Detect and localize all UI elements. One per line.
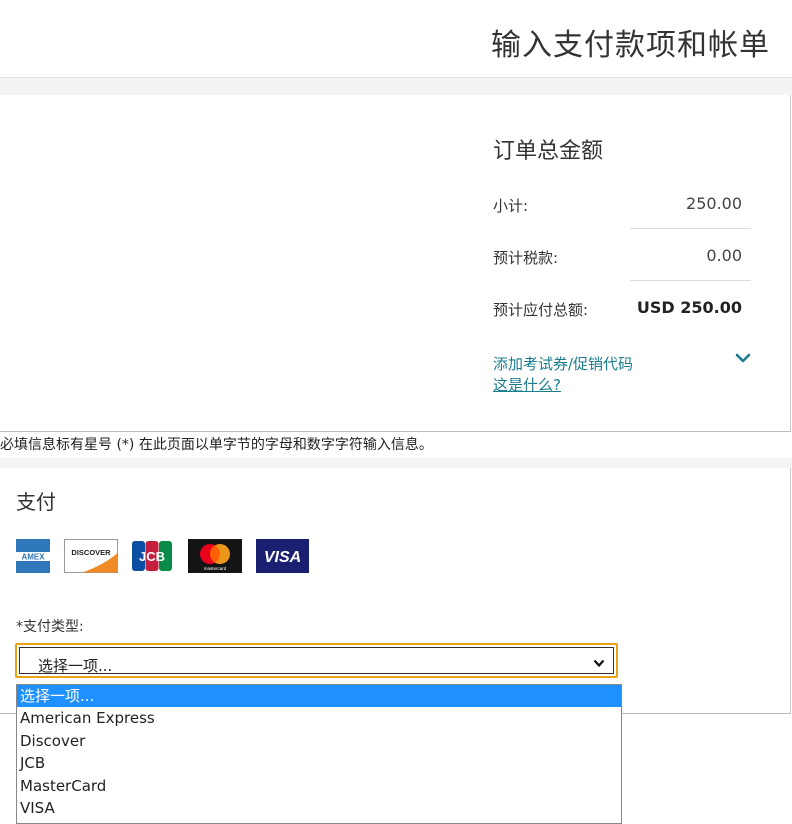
discover-icon: DISCOVER bbox=[64, 539, 118, 573]
page-title: 输入支付款项和帐单 bbox=[491, 28, 770, 63]
payment-type-select[interactable]: 选择一项... bbox=[15, 643, 618, 678]
svg-text:VISA: VISA bbox=[264, 549, 301, 566]
row-divider bbox=[630, 280, 751, 281]
select-field[interactable]: 选择一项... bbox=[19, 647, 614, 675]
add-promo-code-link[interactable]: 添加考试券/促销代码 bbox=[493, 353, 633, 374]
dropdown-option[interactable]: 选择一项... bbox=[17, 685, 621, 708]
dropdown-option[interactable]: Discover bbox=[17, 730, 621, 752]
jcb-icon: JCB bbox=[132, 541, 172, 571]
section-divider bbox=[0, 458, 792, 468]
required-fields-note: 必填信息标有星号 (*) 在此页面以单字节的字母和数字字符输入信息。 bbox=[0, 437, 433, 453]
visa-icon: VISA bbox=[256, 539, 309, 573]
svg-text:DISCOVER: DISCOVER bbox=[71, 548, 111, 557]
svg-text:JCB: JCB bbox=[139, 549, 165, 564]
svg-text:mastercard: mastercard bbox=[204, 566, 227, 571]
subtotal-value: 250.00 bbox=[686, 194, 742, 213]
select-current-value: 选择一项... bbox=[38, 657, 113, 675]
row-divider bbox=[630, 228, 751, 229]
mastercard-icon: mastercard bbox=[188, 539, 242, 573]
chevron-down-icon[interactable] bbox=[734, 349, 752, 367]
order-summary-title: 订单总金额 bbox=[493, 139, 604, 164]
tax-label: 预计税款: bbox=[493, 249, 559, 267]
svg-text:AMEX: AMEX bbox=[21, 553, 45, 562]
section-divider bbox=[0, 78, 792, 95]
dropdown-option[interactable]: MasterCard bbox=[17, 775, 621, 797]
amex-icon: AMEX bbox=[16, 539, 50, 573]
chevron-down-icon[interactable] bbox=[593, 657, 605, 669]
dropdown-option[interactable]: JCB bbox=[17, 752, 621, 774]
page-header: 输入支付款项和帐单 bbox=[0, 0, 792, 78]
order-summary-panel: 订单总金额 小计: 250.00 预计税款: 0.00 预计应付总额: USD … bbox=[0, 95, 791, 432]
total-label: 预计应付总额: bbox=[493, 301, 589, 319]
payment-title: 支付 bbox=[16, 490, 56, 514]
total-value: USD 250.00 bbox=[636, 298, 742, 317]
dropdown-option[interactable]: American Express bbox=[17, 707, 621, 729]
subtotal-label: 小计: bbox=[493, 197, 529, 215]
payment-type-dropdown-list[interactable]: 选择一项... American Express Discover JCB Ma… bbox=[16, 684, 622, 824]
what-is-this-link[interactable]: 这是什么? bbox=[493, 374, 561, 395]
payment-type-label: *支付类型: bbox=[16, 619, 84, 635]
tax-value: 0.00 bbox=[706, 246, 742, 265]
payment-panel: 支付 AMEX DISCOVER JCB mastercard VISA *支付… bbox=[0, 468, 791, 714]
